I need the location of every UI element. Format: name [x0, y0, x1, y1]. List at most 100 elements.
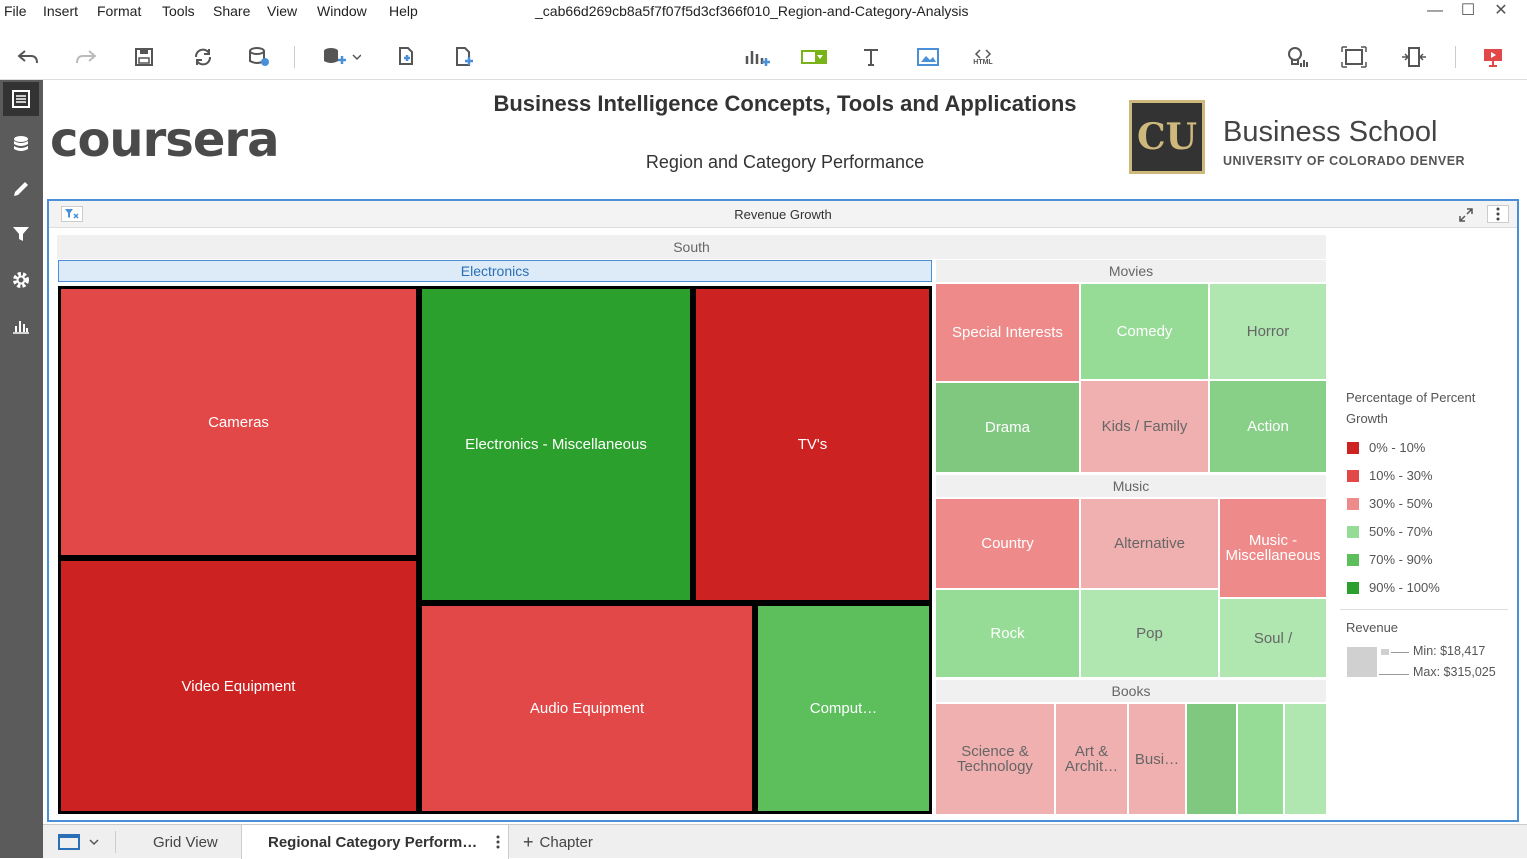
minimize-button[interactable]: — — [1420, 0, 1450, 22]
cu-business-school: Business School — [1223, 116, 1438, 148]
tile-video-equipment[interactable]: Video Equipment — [61, 561, 416, 811]
menu-window[interactable]: Window — [317, 3, 367, 19]
region-header-south[interactable]: South — [57, 235, 1326, 259]
page-layout-dropdown[interactable] — [57, 825, 107, 859]
tile-kids-family[interactable]: Kids / Family — [1081, 381, 1208, 472]
add-text-button[interactable] — [857, 44, 885, 70]
maximize-panel-button[interactable] — [1455, 206, 1477, 224]
legend-color-title: Percentage of Percent — [1346, 390, 1476, 405]
duplicate-page-button[interactable] — [392, 44, 420, 70]
menu-tools[interactable]: Tools — [162, 3, 195, 19]
add-data-dropdown[interactable] — [318, 44, 364, 70]
add-visualization-button[interactable] — [743, 44, 771, 70]
maximize-button[interactable]: ☐ — [1453, 0, 1483, 22]
text-icon — [864, 49, 878, 66]
group-header-movies[interactable]: Movies — [936, 260, 1326, 282]
left-rail — [0, 80, 43, 858]
data-source-button[interactable] — [245, 44, 273, 70]
tile-pop[interactable]: Pop — [1081, 590, 1218, 677]
rail-filter-button[interactable] — [3, 217, 39, 251]
menu-format[interactable]: Format — [97, 3, 141, 19]
tile-country[interactable]: Country — [936, 499, 1079, 588]
menu-help[interactable]: Help — [389, 3, 418, 19]
fit-page-button[interactable] — [1340, 44, 1368, 70]
tile-special-interests[interactable]: Special Interests — [936, 284, 1079, 381]
legend-color-title-2: Growth — [1346, 411, 1388, 426]
refresh-button[interactable] — [189, 44, 217, 70]
panel-menu-button[interactable] — [1487, 205, 1509, 223]
tile-alternative[interactable]: Alternative — [1081, 499, 1218, 588]
legend-range-label: 0% - 10% — [1369, 440, 1426, 455]
tile-horror[interactable]: Horror — [1210, 284, 1326, 379]
gear-icon — [13, 272, 29, 288]
add-filter-button[interactable] — [800, 44, 828, 70]
add-image-button[interactable] — [914, 44, 942, 70]
toolbar-separator — [1455, 46, 1456, 68]
more-vertical-icon[interactable] — [496, 835, 500, 849]
image-icon — [917, 48, 939, 66]
cu-logo-mark: CU — [1129, 100, 1205, 174]
rail-data-button[interactable] — [3, 128, 39, 162]
tile-science-technology[interactable]: Science & Technology — [936, 704, 1054, 814]
menu-insert[interactable]: Insert — [43, 3, 78, 19]
menu-share[interactable]: Share — [213, 3, 250, 19]
copy-page-icon — [399, 47, 413, 65]
tile-business[interactable]: Busi… — [1129, 704, 1185, 814]
tab-grid-view[interactable]: Grid View — [153, 825, 218, 859]
legend-swatch — [1347, 470, 1359, 482]
tile-books-c[interactable] — [1285, 704, 1326, 814]
undo-icon — [17, 50, 38, 64]
tile-music-misc[interactable]: Music - Miscellaneous — [1220, 499, 1326, 597]
tile-books-b[interactable] — [1238, 704, 1283, 814]
database-info-icon — [249, 47, 269, 66]
tile-computers[interactable]: Comput… — [758, 606, 929, 811]
tab-regional-category-performance[interactable]: Regional Category Perform… — [241, 825, 509, 859]
tile-audio-equipment[interactable]: Audio Equipment — [422, 606, 752, 811]
bar-chart-icon — [13, 321, 29, 334]
list-icon — [12, 90, 30, 108]
rail-pages-button[interactable] — [3, 82, 39, 116]
tile-tvs[interactable]: TV's — [696, 289, 929, 600]
presentation-mode-button[interactable] — [1479, 44, 1507, 70]
menu-view[interactable]: View — [267, 3, 297, 19]
database-add-icon — [324, 48, 361, 64]
panel-header: Revenue Growth — [49, 201, 1517, 228]
group-header-music[interactable]: Music — [936, 475, 1326, 497]
add-html-button[interactable]: HTML — [969, 44, 997, 70]
plus-icon: + — [523, 831, 534, 852]
add-chapter-button[interactable]: + Chapter — [523, 825, 593, 859]
tile-soul-rnb[interactable]: Soul / — [1220, 599, 1326, 677]
lightbulb-icon — [1288, 47, 1308, 67]
tile-art-architecture[interactable]: Art & Archit… — [1056, 704, 1127, 814]
rail-settings-button[interactable] — [3, 263, 39, 297]
save-button[interactable] — [130, 44, 158, 70]
html-label: HTML — [973, 58, 993, 66]
redo-button[interactable] — [72, 44, 100, 70]
tile-rock[interactable]: Rock — [936, 590, 1079, 677]
tile-books-a[interactable] — [1187, 704, 1236, 814]
group-header-books[interactable]: Books — [936, 680, 1326, 702]
fit-icon — [1341, 46, 1367, 68]
legend-swatch — [1347, 554, 1359, 566]
panel-title: Revenue Growth — [734, 207, 832, 222]
tile-drama[interactable]: Drama — [936, 383, 1079, 472]
legend-range-label: 90% - 100% — [1369, 580, 1440, 595]
legend-swatch — [1347, 582, 1359, 594]
new-page-button[interactable] — [450, 44, 478, 70]
tile-electronics-misc[interactable]: Electronics - Miscellaneous — [422, 289, 690, 600]
tile-action[interactable]: Action — [1210, 381, 1326, 472]
group-header-electronics[interactable]: Electronics — [58, 260, 932, 282]
rail-edit-button[interactable] — [3, 172, 39, 206]
new-page-icon — [456, 47, 473, 66]
cu-university-name: UNIVERSITY OF COLORADO DENVER — [1223, 154, 1466, 168]
insights-button[interactable] — [1283, 44, 1311, 70]
expand-icon — [1459, 208, 1473, 222]
rail-analytics-button[interactable] — [3, 308, 39, 342]
active-tab-label: Regional Category Perform… — [268, 833, 478, 851]
tile-cameras[interactable]: Cameras — [61, 289, 416, 555]
menu-file[interactable]: File — [4, 3, 27, 19]
tile-comedy[interactable]: Comedy — [1081, 284, 1208, 379]
close-button[interactable]: ✕ — [1486, 0, 1516, 22]
fit-width-button[interactable] — [1400, 44, 1428, 70]
undo-button[interactable] — [14, 44, 42, 70]
